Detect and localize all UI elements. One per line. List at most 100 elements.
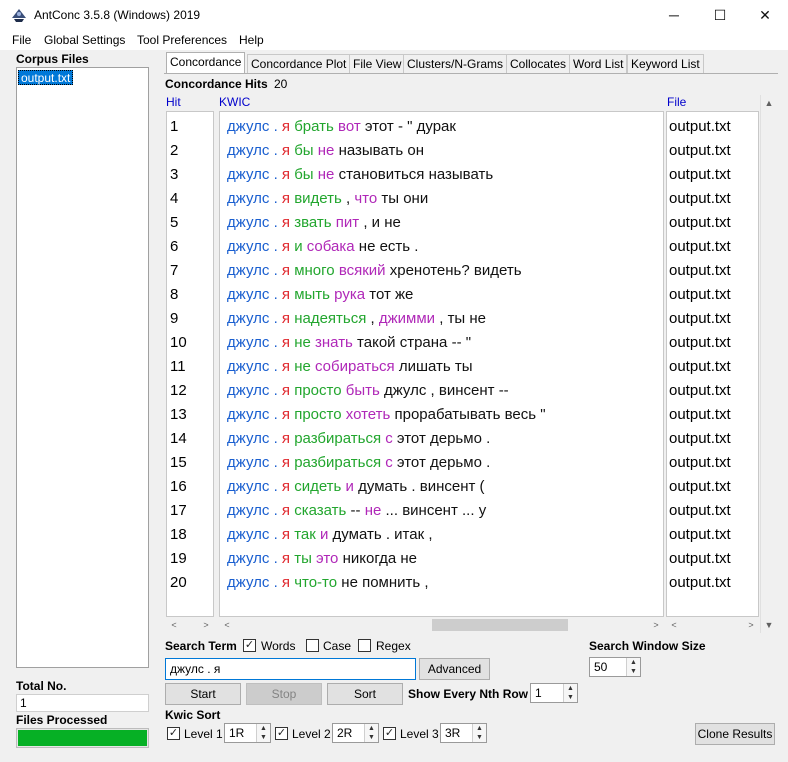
file-name[interactable]: output.txt: [669, 379, 731, 403]
level1-arrows-icon[interactable]: ▲ ▼: [256, 724, 270, 742]
kwic-scroll-left-icon[interactable]: <: [219, 617, 235, 633]
hit-number[interactable]: 2: [170, 139, 178, 163]
file-name[interactable]: output.txt: [669, 451, 731, 475]
kwic-line[interactable]: джулс . я брать вот этот - " дурак: [227, 115, 456, 139]
kwic-line[interactable]: джулс . я просто хотеть прорабатывать ве…: [227, 403, 546, 427]
hit-number[interactable]: 16: [170, 475, 187, 499]
file-name[interactable]: output.txt: [669, 307, 731, 331]
file-name[interactable]: output.txt: [669, 163, 731, 187]
hit-number[interactable]: 18: [170, 523, 187, 547]
hit-number[interactable]: 13: [170, 403, 187, 427]
hit-number[interactable]: 3: [170, 163, 178, 187]
file-scroll-left-icon[interactable]: <: [666, 617, 682, 633]
kwic-line[interactable]: джулс . я мыть рука тот же: [227, 283, 413, 307]
file-name[interactable]: output.txt: [669, 499, 731, 523]
hit-number[interactable]: 12: [170, 379, 187, 403]
level3-checkbox[interactable]: ✓: [383, 727, 396, 740]
file-name[interactable]: output.txt: [669, 331, 731, 355]
advanced-button[interactable]: Advanced: [419, 658, 490, 680]
kwic-line[interactable]: джулс . я звать пит , и не: [227, 211, 401, 235]
tab-keyword-list[interactable]: Keyword List: [627, 54, 704, 73]
hit-column-header[interactable]: Hit: [166, 95, 181, 109]
hit-number[interactable]: 15: [170, 451, 187, 475]
file-horizontal-scrollbar[interactable]: < >: [666, 617, 759, 633]
case-checkbox[interactable]: [306, 639, 319, 652]
corpus-file-item[interactable]: output.txt: [18, 70, 74, 85]
file-name[interactable]: output.txt: [669, 403, 731, 427]
hit-column[interactable]: 1 2 3 4 5 6 7 8 9 10 11 12 13 14 15 16 17 18 19 20: [166, 111, 214, 617]
hit-number[interactable]: 5: [170, 211, 178, 235]
kwic-column-header[interactable]: KWIC: [219, 95, 250, 109]
nth-row-spinner[interactable]: 1 ▲ ▼: [530, 683, 578, 703]
file-name[interactable]: output.txt: [669, 475, 731, 499]
kwic-scroll-right-icon[interactable]: >: [648, 617, 664, 633]
scroll-down-icon[interactable]: ▼: [761, 617, 777, 633]
hit-horizontal-scrollbar[interactable]: < >: [166, 617, 214, 633]
hit-number[interactable]: 10: [170, 331, 187, 355]
tab-file-view[interactable]: File View: [349, 54, 406, 73]
level1-checkbox[interactable]: ✓: [167, 727, 180, 740]
file-name[interactable]: output.txt: [669, 523, 731, 547]
file-scroll-right-icon[interactable]: >: [743, 617, 759, 633]
tab-collocates[interactable]: Collocates: [506, 54, 571, 73]
stop-button[interactable]: Stop: [246, 683, 322, 705]
kwic-line[interactable]: джулс . я и собака не есть .: [227, 235, 418, 259]
hit-scroll-right-icon[interactable]: >: [198, 617, 214, 633]
hit-number[interactable]: 8: [170, 283, 178, 307]
file-column-header[interactable]: File: [667, 95, 686, 109]
menu-file[interactable]: File: [12, 33, 31, 47]
close-icon[interactable]: ✕: [742, 0, 788, 30]
tab-concordance[interactable]: Concordance: [166, 52, 246, 74]
kwic-line[interactable]: джулс . я не знать такой страна -- ": [227, 331, 471, 355]
spinner-arrows-icon[interactable]: ▲ ▼: [626, 658, 640, 676]
kwic-line[interactable]: джулс . я что-то не помнить ,: [227, 571, 429, 595]
results-vertical-scrollbar[interactable]: ▲ ▼: [760, 95, 776, 633]
hit-number[interactable]: 6: [170, 235, 178, 259]
start-button[interactable]: Start: [165, 683, 241, 705]
kwic-scroll-thumb[interactable]: [432, 619, 568, 631]
file-name[interactable]: output.txt: [669, 211, 731, 235]
tab-word-list[interactable]: Word List: [569, 54, 628, 73]
level3-arrows-icon[interactable]: ▲ ▼: [472, 724, 486, 742]
corpus-file-list[interactable]: [16, 67, 149, 668]
kwic-column[interactable]: джулс . я брать вот этот - " дурак джулс …: [219, 111, 664, 617]
kwic-line[interactable]: джулс . я так и думать . итак ,: [227, 523, 433, 547]
kwic-line[interactable]: джулс . я много всякий хренотень? видеть: [227, 259, 522, 283]
file-name[interactable]: output.txt: [669, 283, 731, 307]
minimize-icon[interactable]: ─: [651, 0, 697, 30]
kwic-line[interactable]: джулс . я бы не называть он: [227, 139, 424, 163]
nth-spinner-arrows-icon[interactable]: ▲ ▼: [563, 684, 577, 702]
file-name[interactable]: output.txt: [669, 187, 731, 211]
words-checkbox[interactable]: ✓: [243, 639, 256, 652]
menu-tool-preferences[interactable]: Tool Preferences: [137, 33, 227, 47]
level2-arrows-icon[interactable]: ▲ ▼: [364, 724, 378, 742]
file-column[interactable]: output.txt output.txt output.txt output.txt…: [666, 111, 759, 617]
kwic-line[interactable]: джулс . я ты это никогда не: [227, 547, 417, 571]
level2-checkbox[interactable]: ✓: [275, 727, 288, 740]
kwic-line[interactable]: джулс . я разбираться с этот дерьмо .: [227, 427, 490, 451]
search-term-input[interactable]: джулс . я: [165, 658, 416, 680]
file-name[interactable]: output.txt: [669, 427, 731, 451]
hit-number[interactable]: 9: [170, 307, 178, 331]
scroll-up-icon[interactable]: ▲: [761, 95, 777, 111]
regex-checkbox[interactable]: [358, 639, 371, 652]
clone-results-button[interactable]: Clone Results: [695, 723, 775, 745]
hit-number[interactable]: 1: [170, 115, 178, 139]
hit-number[interactable]: 17: [170, 499, 187, 523]
hit-number[interactable]: 7: [170, 259, 178, 283]
file-name[interactable]: output.txt: [669, 139, 731, 163]
menu-help[interactable]: Help: [239, 33, 264, 47]
kwic-line[interactable]: джулс . я видеть , что ты они: [227, 187, 428, 211]
level2-spinner[interactable]: 2R ▲ ▼: [332, 723, 379, 743]
hit-number[interactable]: 19: [170, 547, 187, 571]
kwic-line[interactable]: джулс . я надеяться , джимми , ты не: [227, 307, 486, 331]
hit-number[interactable]: 11: [170, 355, 186, 379]
level3-spinner[interactable]: 3R ▲ ▼: [440, 723, 487, 743]
file-name[interactable]: output.txt: [669, 235, 731, 259]
kwic-line[interactable]: джулс . я просто быть джулс , винсент --: [227, 379, 509, 403]
tab-clusters-ngrams[interactable]: Clusters/N-Grams: [403, 54, 508, 73]
kwic-line[interactable]: джулс . я сидеть и думать . винсент (: [227, 475, 485, 499]
kwic-line[interactable]: джулс . я разбираться с этот дерьмо .: [227, 451, 490, 475]
hit-number[interactable]: 20: [170, 571, 187, 595]
kwic-line[interactable]: джулс . я не собираться лишать ты: [227, 355, 473, 379]
